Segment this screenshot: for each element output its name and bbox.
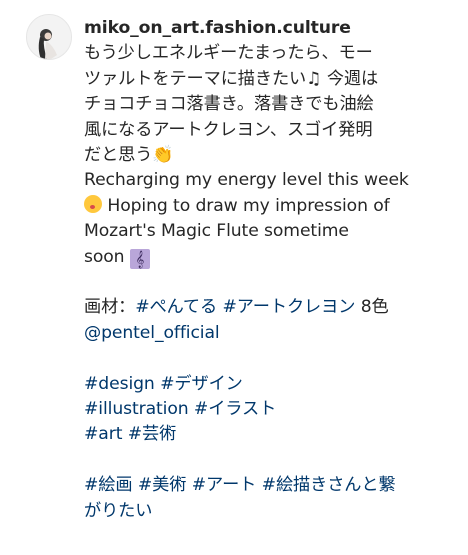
hashtag-connect-artists[interactable]: #絵描きさんと繋 xyxy=(262,475,396,495)
kissing-face-icon xyxy=(84,194,102,213)
caption-line-7: Hoping to draw my impression of xyxy=(84,194,464,219)
avatar[interactable] xyxy=(26,14,72,60)
hashtag-line-5: がりたい xyxy=(84,499,464,524)
hashtag-art-jp[interactable]: #芸術 xyxy=(128,424,177,444)
hashtag-connect-artists-cont[interactable]: がりたい xyxy=(84,501,152,521)
caption-line-6: Recharging my energy level this week xyxy=(84,170,409,191)
hashtag-fine-art[interactable]: #美術 xyxy=(138,475,187,495)
username-link[interactable]: miko_on_art.fashion.culture xyxy=(84,16,464,41)
caption-line-2: ツァルトをテーマに描きたい♫ 今週は xyxy=(84,68,379,89)
hashtag-design[interactable]: #design xyxy=(84,374,155,394)
post-caption: miko_on_art.fashion.culture もう少しエネルギーたまっ… xyxy=(84,16,464,524)
hashtag-line-4: #絵画 #美術 #アート #絵描きさんと繋 xyxy=(84,473,464,498)
hashtag-design-jp[interactable]: #デザイン xyxy=(160,374,243,394)
caption-line-8: Mozart's Magic Flute sometime xyxy=(84,221,349,242)
caption-line-5: だと思う👏 xyxy=(84,145,174,166)
treble-clef-icon: 𝄞 xyxy=(129,248,150,269)
caption-line-4: 風になるアートクレヨン、スゴイ発明 xyxy=(84,119,373,140)
clapping-hands-icon: 👏 xyxy=(152,145,174,166)
caption-line-9: soon 𝄞 xyxy=(84,245,464,270)
caption-line-3: チョコチョコ落書き。落書きでも油絵 xyxy=(84,94,374,115)
instagram-post: miko_on_art.fashion.culture もう少しエネルギーたまっ… xyxy=(0,0,468,555)
avatar-image xyxy=(27,15,71,59)
hashtag-pentel[interactable]: #ぺんてる xyxy=(135,297,217,317)
hashtag-line-3: #art #芸術 xyxy=(84,422,464,447)
hashtag-line-1: #design #デザイン xyxy=(84,372,464,397)
music-note-icon: ♫ xyxy=(306,68,322,89)
hashtag-art-crayon[interactable]: #アートクレヨン xyxy=(222,297,355,317)
hashtag-art[interactable]: #art xyxy=(84,424,122,444)
hashtag-illustration[interactable]: #illustration xyxy=(84,399,189,419)
mention-line: @pentel_official xyxy=(84,321,464,346)
hashtag-line-2: #illustration #イラスト xyxy=(84,397,464,422)
hashtag-painting[interactable]: #絵画 xyxy=(84,475,133,495)
hashtag-illustration-jp[interactable]: #イラスト xyxy=(194,399,276,419)
hashtag-art-katakana[interactable]: #アート xyxy=(192,475,257,495)
mention-pentel-official[interactable]: @pentel_official xyxy=(84,323,220,343)
caption-line-1: もう少しエネルギーたまったら、モー xyxy=(84,43,373,64)
materials-line: 画材：#ぺんてる #アートクレヨン 8色 xyxy=(84,297,389,318)
